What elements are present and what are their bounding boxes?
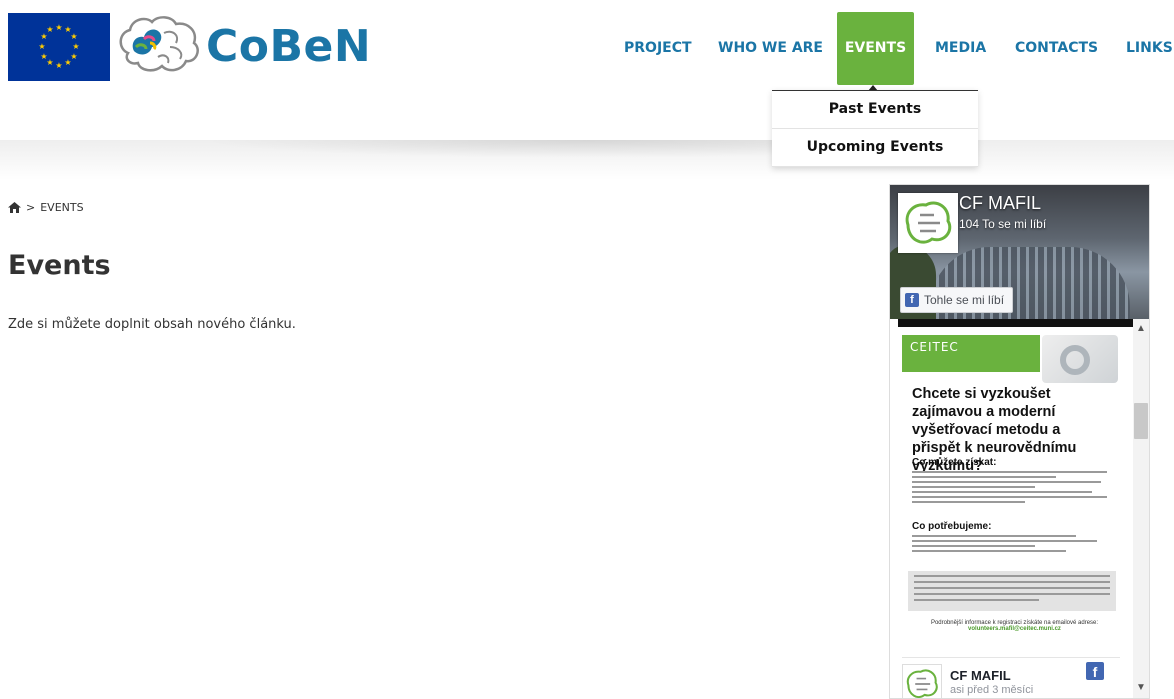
ceitec-poster-image[interactable]: CEITEC Chcete si vyzkoušet zajímavou a m…: [902, 335, 1120, 647]
svg-text:★: ★: [46, 25, 53, 34]
site-header: ★ ★ ★ ★ ★ ★ ★ ★ ★ ★ ★ ★ CoBeN PROJECT WHO WE ARE…: [0, 0, 1174, 90]
post-timestamp[interactable]: asi před 3 měsíci: [950, 684, 1033, 696]
breadcrumb-separator: >: [26, 201, 36, 214]
scrollbar-thumb[interactable]: [1134, 403, 1148, 439]
svg-text:★: ★: [55, 61, 62, 70]
nav-item-events[interactable]: EVENTS: [837, 12, 914, 85]
nav-item-media[interactable]: MEDIA: [935, 12, 986, 85]
facebook-page-name[interactable]: CF MAFIL: [959, 193, 1041, 214]
facebook-cover[interactable]: CF MAFIL 104 To se mi líbí f Tohle se mi…: [890, 185, 1149, 319]
facebook-logo-icon[interactable]: f: [1086, 662, 1104, 680]
events-dropdown: Past Events Upcoming Events: [772, 90, 978, 167]
poster-section-gain: Co můžete získat:: [912, 457, 997, 468]
svg-text:★: ★: [64, 58, 71, 67]
poster-need-lines: [912, 535, 1117, 555]
poster-contact: Podrobnější informace k registraci získá…: [912, 620, 1117, 632]
svg-text:★: ★: [38, 42, 45, 51]
page-title: Events: [8, 250, 111, 281]
dropdown-item-past-events[interactable]: Past Events: [772, 91, 978, 129]
post-avatar-icon[interactable]: [902, 664, 942, 698]
scroll-up-icon[interactable]: ▲: [1133, 321, 1149, 337]
brand-name[interactable]: CoBeN: [206, 22, 371, 72]
facebook-post-header: CF MAFIL asi před 3 měsíci f: [902, 657, 1120, 698]
svg-text:★: ★: [55, 23, 62, 32]
poster-gain-lines: [912, 471, 1117, 506]
home-icon[interactable]: [8, 202, 21, 213]
nav-item-links[interactable]: LINKS: [1126, 12, 1173, 85]
poster-contact-email: volunteers.mafil@ceitec.muni.cz: [968, 626, 1061, 632]
mri-scanner-icon: [1042, 335, 1118, 383]
svg-text:★: ★: [40, 52, 47, 61]
poster-info-box: [908, 571, 1116, 611]
svg-text:★: ★: [72, 42, 79, 51]
breadcrumb-current: EVENTS: [40, 201, 84, 214]
poster-banner-text: CEITEC: [910, 340, 959, 354]
post-author-name[interactable]: CF MAFIL: [950, 668, 1011, 683]
eu-flag-icon: ★ ★ ★ ★ ★ ★ ★ ★ ★ ★ ★ ★: [8, 13, 110, 81]
nav-item-contacts[interactable]: CONTACTS: [1015, 12, 1098, 85]
facebook-page-widget: CF MAFIL 104 To se mi líbí f Tohle se mi…: [889, 184, 1150, 699]
dropdown-item-upcoming-events[interactable]: Upcoming Events: [772, 129, 978, 167]
nav-item-project[interactable]: PROJECT: [624, 12, 692, 85]
facebook-feed: CEITEC Chcete si vyzkoušet zajímavou a m…: [890, 327, 1133, 698]
facebook-likes-count: 104 To se mi líbí: [959, 217, 1047, 231]
breadcrumb: > EVENTS: [8, 201, 84, 214]
like-button-label: Tohle se mi líbí: [924, 293, 1005, 307]
facebook-icon: f: [905, 293, 919, 307]
scroll-down-icon[interactable]: ▼: [1133, 680, 1149, 696]
feed-scrollbar[interactable]: ▲ ▼: [1133, 319, 1149, 698]
poster-section-need: Co potřebujeme:: [912, 521, 992, 532]
facebook-like-button[interactable]: f Tohle se mi líbí: [900, 287, 1014, 313]
page-content: Zde si můžete doplnit obsah nového článk…: [8, 317, 296, 332]
feed-top-bar: [898, 319, 1141, 327]
nav-item-who-we-are[interactable]: WHO WE ARE: [718, 12, 823, 85]
poster-banner: CEITEC: [902, 335, 1040, 372]
header-shadow: [0, 140, 1174, 180]
brain-logo-icon[interactable]: [114, 13, 206, 79]
cf-mafil-logo-icon[interactable]: [898, 193, 958, 253]
svg-text:★: ★: [70, 32, 77, 41]
